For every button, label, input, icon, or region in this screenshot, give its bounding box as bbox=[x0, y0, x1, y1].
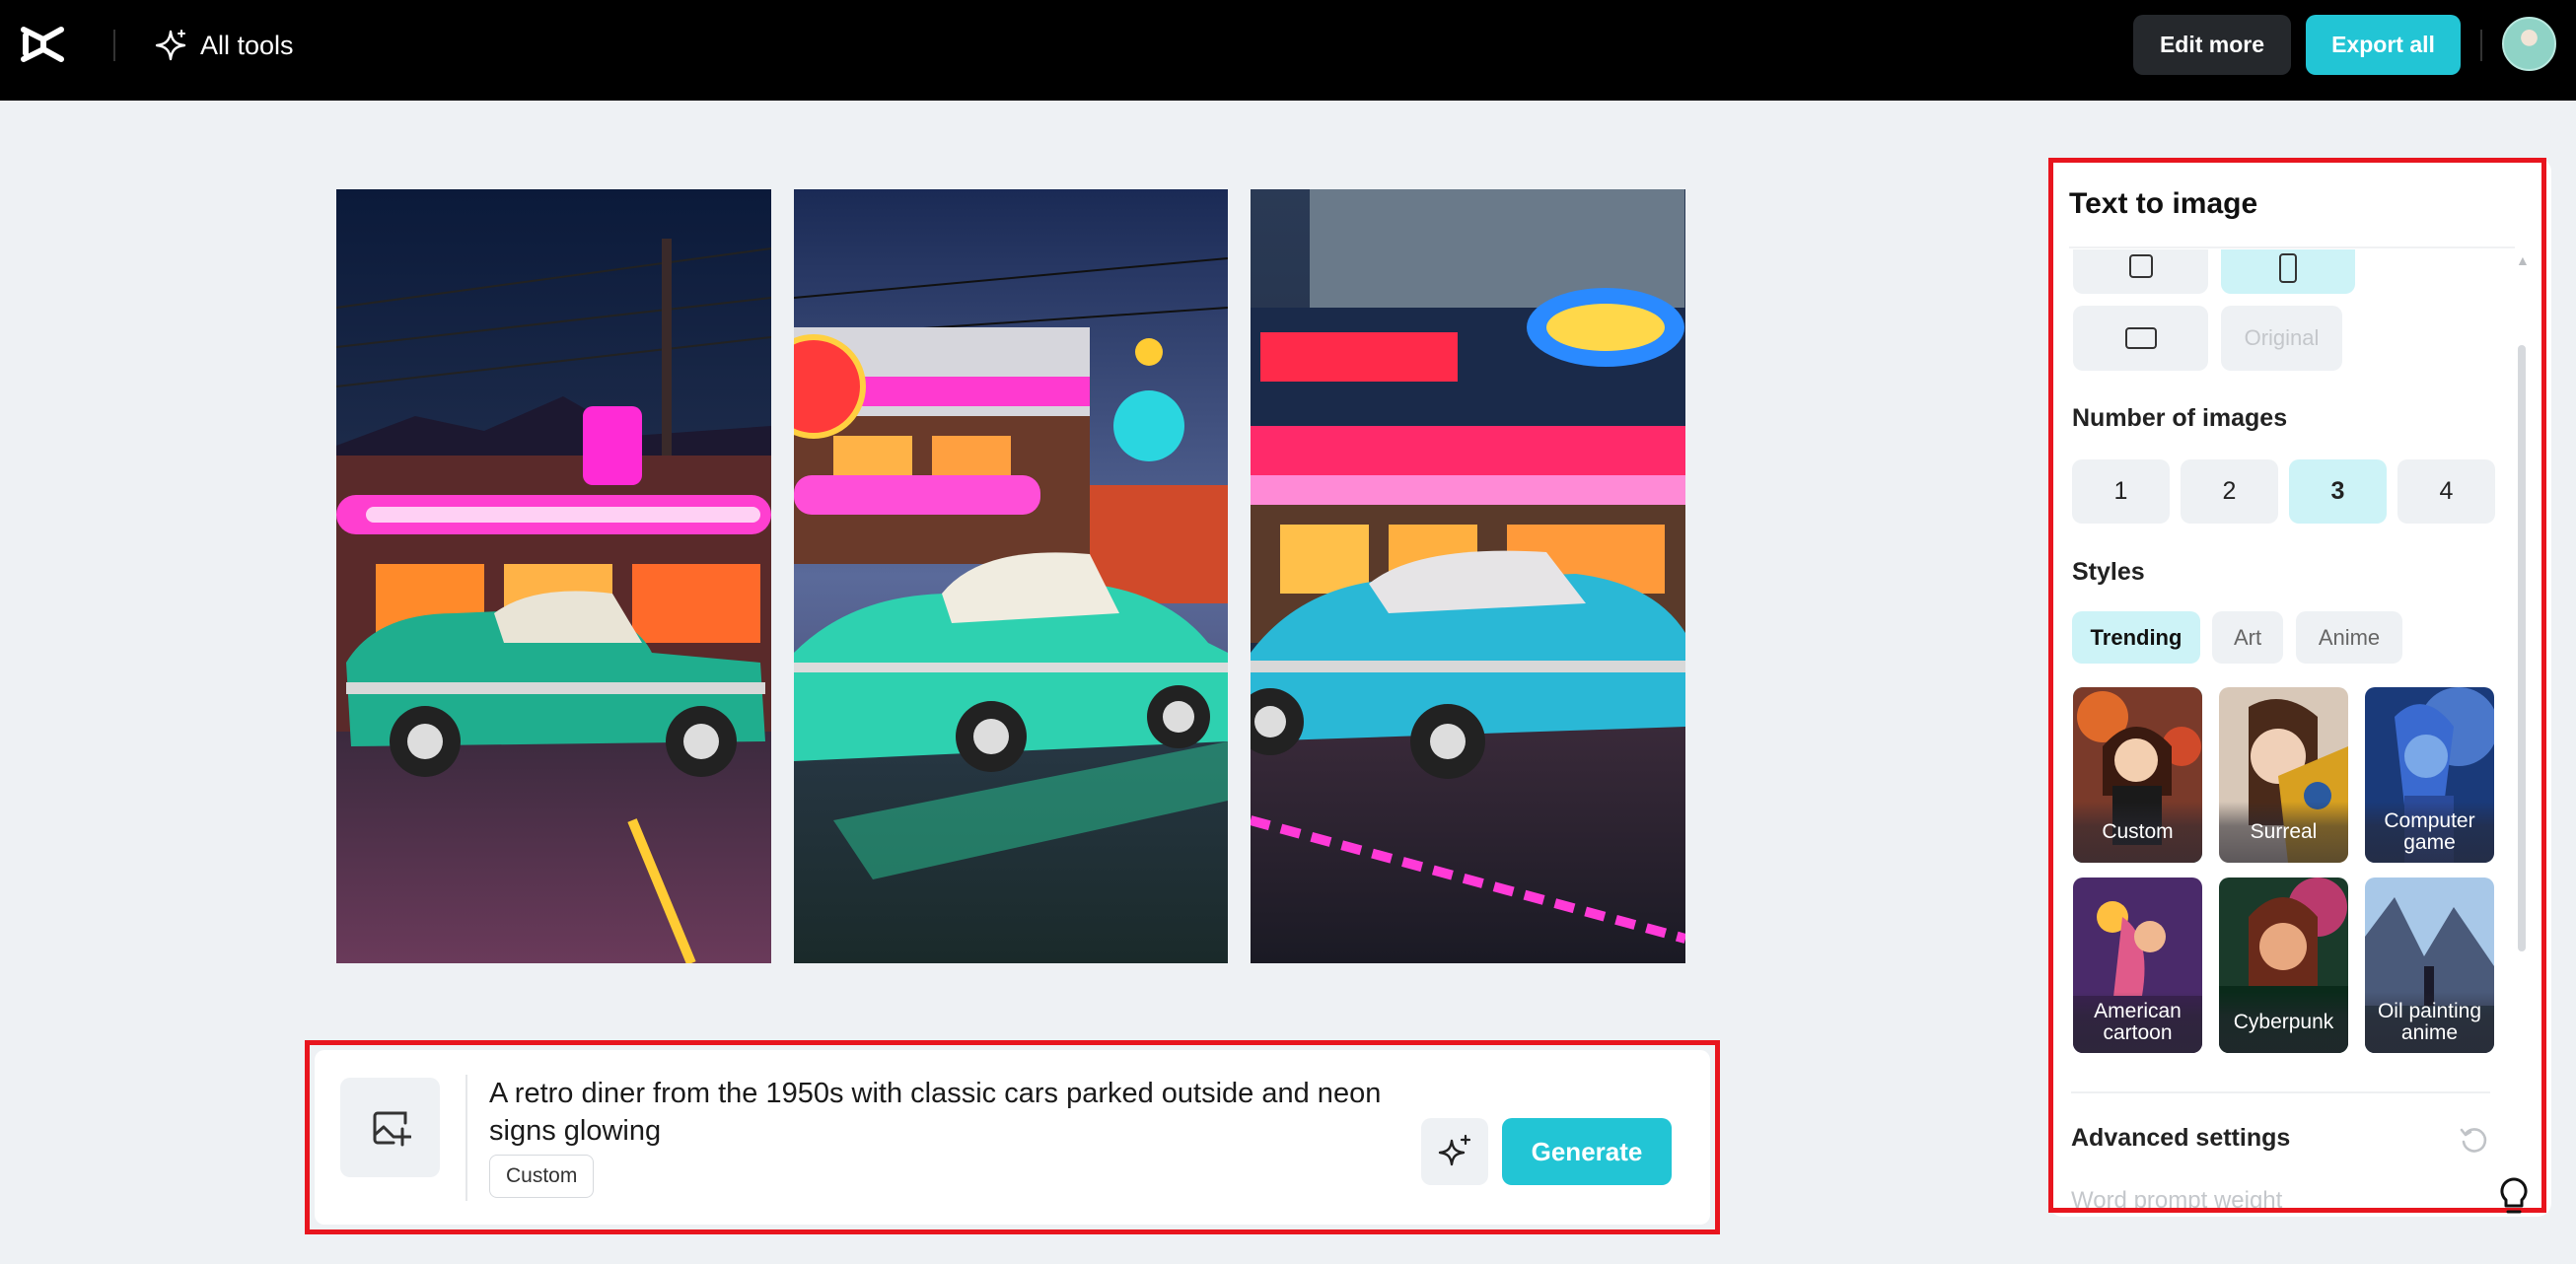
all-tools-label: All tools bbox=[200, 30, 294, 60]
all-tools-button[interactable]: All tools bbox=[153, 24, 294, 67]
top-bar: All tools Edit more Export all bbox=[0, 0, 2576, 101]
avatar[interactable] bbox=[2502, 17, 2556, 71]
topbar-divider-right bbox=[2480, 30, 2482, 61]
capcut-logo-icon[interactable] bbox=[18, 22, 67, 67]
export-all-button[interactable]: Export all bbox=[2306, 15, 2461, 75]
panel-highlight-box bbox=[2048, 158, 2546, 1213]
generated-image-1[interactable] bbox=[336, 189, 771, 963]
sparkle-icon bbox=[155, 30, 186, 61]
prompt-highlight-box bbox=[305, 1040, 1720, 1234]
generated-image-3[interactable] bbox=[1251, 189, 1685, 963]
edit-more-button[interactable]: Edit more bbox=[2133, 15, 2291, 75]
topbar-divider bbox=[113, 30, 115, 61]
generated-image-2[interactable] bbox=[794, 189, 1228, 963]
lightbulb-help-icon[interactable] bbox=[2495, 1173, 2533, 1219]
